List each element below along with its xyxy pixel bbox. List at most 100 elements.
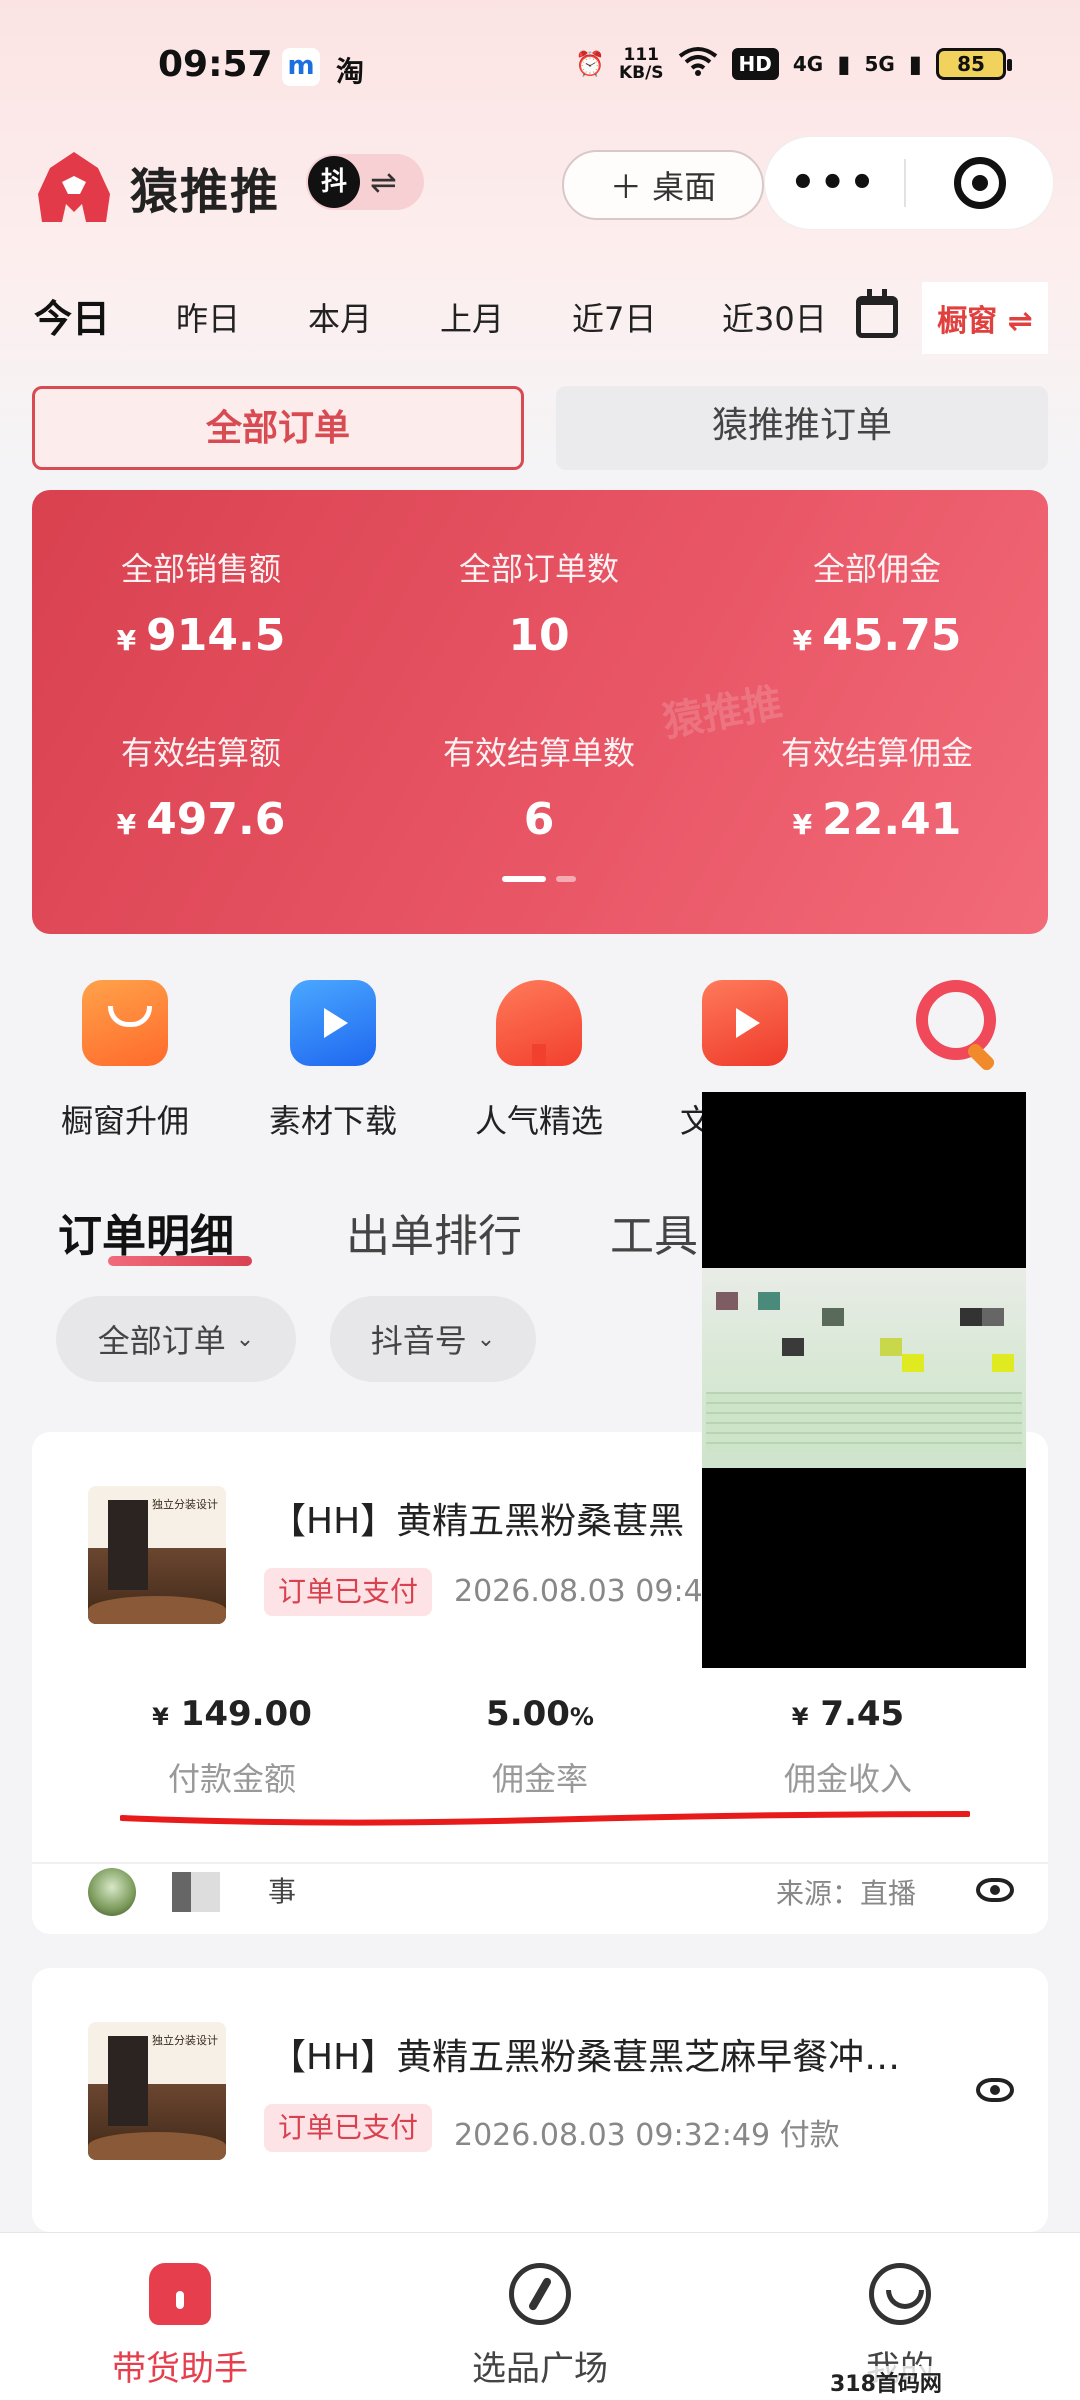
notification-app-icon: m [282, 48, 320, 86]
tab-all-orders[interactable]: 全部订单 [32, 386, 524, 470]
feature-popular-picks[interactable]: 人气精选 [444, 980, 634, 1142]
product-title: 【HH】黄精五黑粉桑葚黑芝麻早餐冲… [270, 2037, 901, 2078]
product-thumbnail: 独立分装设计 [88, 2022, 226, 2160]
nav-product-plaza[interactable]: 选品广场 [360, 2263, 720, 2390]
date-tab-yesterday[interactable]: 昨日 [176, 294, 240, 340]
stat-value: ¥22.41 [792, 794, 962, 845]
feature-label: 橱窗升佣 [60, 1102, 189, 1140]
add-to-desktop-button[interactable]: ＋ 桌面 [562, 150, 764, 220]
commission-income-label: 佣金收入 [783, 1760, 912, 1798]
chevron-down-icon: ⌄ [235, 1326, 255, 1352]
douyin-badge: 抖 [308, 156, 360, 208]
metric-commission-income: ¥ 7.45 佣金收入 [698, 1694, 998, 1800]
tab-platform-orders[interactable]: 猿推推订单 [556, 386, 1048, 470]
more-icon[interactable]: ••• [765, 160, 904, 206]
feature-label: 素材下载 [268, 1102, 397, 1140]
carousel-dot [556, 876, 576, 882]
compass-icon [509, 2263, 571, 2325]
commission-rate: 5.00% [486, 1694, 594, 1734]
account-filter-label: 抖音号 [370, 1322, 467, 1360]
signal-5g: 5G [864, 52, 895, 76]
carousel-dots [502, 876, 576, 882]
nav-sales-assistant[interactable]: 带货助手 [0, 2263, 360, 2390]
eye-icon[interactable] [976, 2078, 1014, 2102]
hd-badge: HD [731, 48, 779, 80]
order-time: 2026.08.03 09:32:49 付款 [454, 2118, 840, 2153]
order-filter-label: 全部订单 [97, 1322, 226, 1360]
net-speed-value: 111 [623, 45, 659, 65]
platform-switch[interactable]: 抖 ⇌ [306, 154, 424, 210]
tab-order-details[interactable]: 订单明细 [58, 1200, 234, 1264]
stat-value: 10 [508, 610, 570, 661]
stat-settled-orders: 有效结算单数 6 [370, 728, 708, 845]
feature-search[interactable] [860, 980, 1050, 1066]
feature-shop-commission[interactable]: 橱窗升佣 [30, 980, 220, 1142]
red-underline-annotation [120, 1811, 970, 1826]
order-source: 来源：直播 [776, 1877, 917, 1910]
censor-pixelation [702, 1268, 1026, 1468]
account-filter-dropdown[interactable]: 抖音号 ⌄ [330, 1296, 536, 1382]
metric-payment: ¥ 149.00 付款金额 [82, 1694, 382, 1800]
close-miniapp-icon[interactable] [906, 157, 1053, 209]
stat-label: 全部销售额 [120, 550, 281, 588]
stat-settled-amount: 有效结算额 ¥497.6 [32, 728, 370, 845]
card-divider [32, 1862, 1048, 1864]
site-watermark: 318首码网 www.e318.com [826, 2366, 1080, 2400]
stat-label: 有效结算额 [120, 734, 281, 772]
stat-value: ¥497.6 [116, 794, 286, 845]
shop-window-switch[interactable]: 橱窗 ⇌ [922, 282, 1048, 354]
stats-card[interactable]: 猿推推 全部销售额 ¥914.5 全部订单数 10 全部佣金 ¥45.75 有效… [32, 490, 1048, 934]
stat-total-commission: 全部佣金 ¥45.75 [708, 544, 1046, 661]
payment-label: 付款金额 [167, 1760, 296, 1798]
tab-tools[interactable]: 工具 [610, 1200, 698, 1264]
order-filter-dropdown[interactable]: 全部订单 ⌄ [56, 1296, 296, 1382]
stat-total-orders: 全部订单数 10 [370, 544, 708, 661]
date-tab-today[interactable]: 今日 [34, 288, 110, 343]
trophy-icon [496, 980, 582, 1066]
nav-label: 带货助手 [112, 2349, 248, 2389]
shopping-bag-icon [82, 980, 168, 1066]
battery-icon: 85 [936, 48, 1012, 80]
payment-amount: ¥ 149.00 [152, 1694, 312, 1734]
stat-label: 有效结算佣金 [780, 734, 973, 772]
eye-icon[interactable] [976, 1878, 1014, 1902]
stat-value: ¥914.5 [116, 610, 286, 661]
chevron-down-icon: ⌄ [476, 1326, 496, 1352]
order-card[interactable]: 独立分装设计 【HH】黄精五黑粉桑葚黑芝麻早餐冲… 订单已支付 2026.08.… [32, 1968, 1048, 2232]
app-name: 猿推推 [130, 164, 281, 220]
status-bar: 09:57 m 淘 ⏰ 111 KB/S HD 4G ▮ 5G ▮ 85 [0, 0, 1080, 130]
buyer-avatar [88, 1868, 136, 1916]
nav-label: 选品广场 [472, 2349, 608, 2389]
product-title: 【HH】黄精五黑粉桑葚黑 [270, 1501, 685, 1542]
signal-icon: ▮ [837, 50, 851, 78]
alarm-icon: ⏰ [575, 50, 605, 78]
stat-label: 全部订单数 [458, 550, 619, 588]
signal-icon-2: ▮ [908, 50, 922, 78]
commission-income: ¥ 7.45 [791, 1694, 905, 1734]
product-thumbnail: 独立分装设计 [88, 1486, 226, 1624]
app-header: 猿推推 抖 ⇌ ＋ 桌面 ••• [0, 130, 1080, 240]
feature-material-download[interactable]: 素材下载 [238, 980, 428, 1142]
tab-order-ranking[interactable]: 出单排行 [346, 1200, 522, 1264]
date-tab-30-days[interactable]: 近30日 [722, 294, 827, 340]
date-tab-last-month[interactable]: 上月 [440, 294, 504, 340]
thumbnail-text: 独立分装设计 [152, 2034, 218, 2047]
feature-label: 人气精选 [474, 1102, 603, 1140]
stat-total-sales: 全部销售额 ¥914.5 [32, 544, 370, 661]
order-time: 2026.08.03 09:41 [454, 1574, 722, 1609]
order-type-tabs: 全部订单 猿推推订单 [32, 386, 1048, 470]
date-range-tabs: 今日 昨日 本月 上月 近7日 近30日 橱窗 ⇌ [0, 280, 1080, 360]
date-tab-this-month[interactable]: 本月 [308, 294, 372, 340]
signal-4g: 4G [792, 52, 824, 76]
search-icon [912, 980, 998, 1066]
gorilla-logo-icon [38, 152, 110, 222]
calendar-icon[interactable] [856, 289, 898, 338]
stat-label: 全部佣金 [812, 550, 941, 588]
video-folder-icon [290, 980, 376, 1066]
date-tab-7-days[interactable]: 近7日 [572, 294, 656, 340]
swap-icon: ⇌ [370, 163, 397, 201]
carousel-dot-active [502, 876, 546, 882]
taobao-icon: 淘 [336, 55, 365, 88]
wifi-icon [678, 46, 718, 82]
commission-rate-label: 佣金率 [491, 1760, 588, 1798]
